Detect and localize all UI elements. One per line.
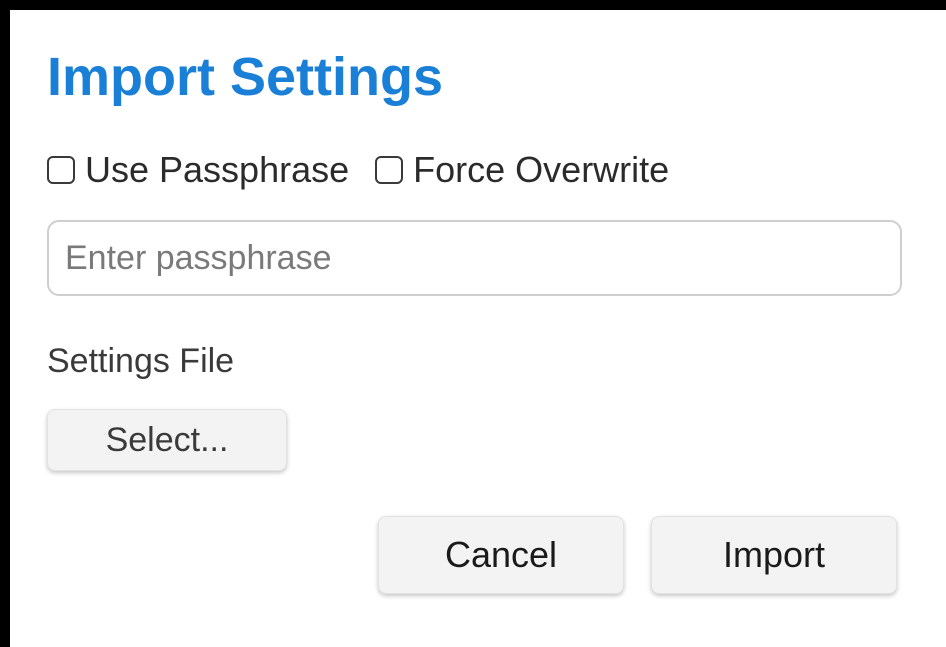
use-passphrase-label[interactable]: Use Passphrase: [85, 149, 349, 191]
use-passphrase-checkbox[interactable]: [47, 156, 75, 184]
dialog-title: Import Settings: [47, 47, 444, 107]
import-button[interactable]: Import: [651, 516, 897, 594]
cancel-button[interactable]: Cancel: [378, 516, 624, 594]
options-row: Use Passphrase Force Overwrite: [47, 149, 669, 191]
select-file-button[interactable]: Select...: [47, 409, 287, 471]
force-overwrite-option[interactable]: Force Overwrite: [375, 149, 669, 191]
use-passphrase-option[interactable]: Use Passphrase: [47, 149, 349, 191]
settings-file-label: Settings File: [47, 342, 235, 380]
import-settings-dialog: Import Settings Use Passphrase Force Ove…: [0, 0, 946, 647]
passphrase-input[interactable]: [47, 220, 902, 296]
force-overwrite-label[interactable]: Force Overwrite: [413, 149, 669, 191]
force-overwrite-checkbox[interactable]: [375, 156, 404, 184]
